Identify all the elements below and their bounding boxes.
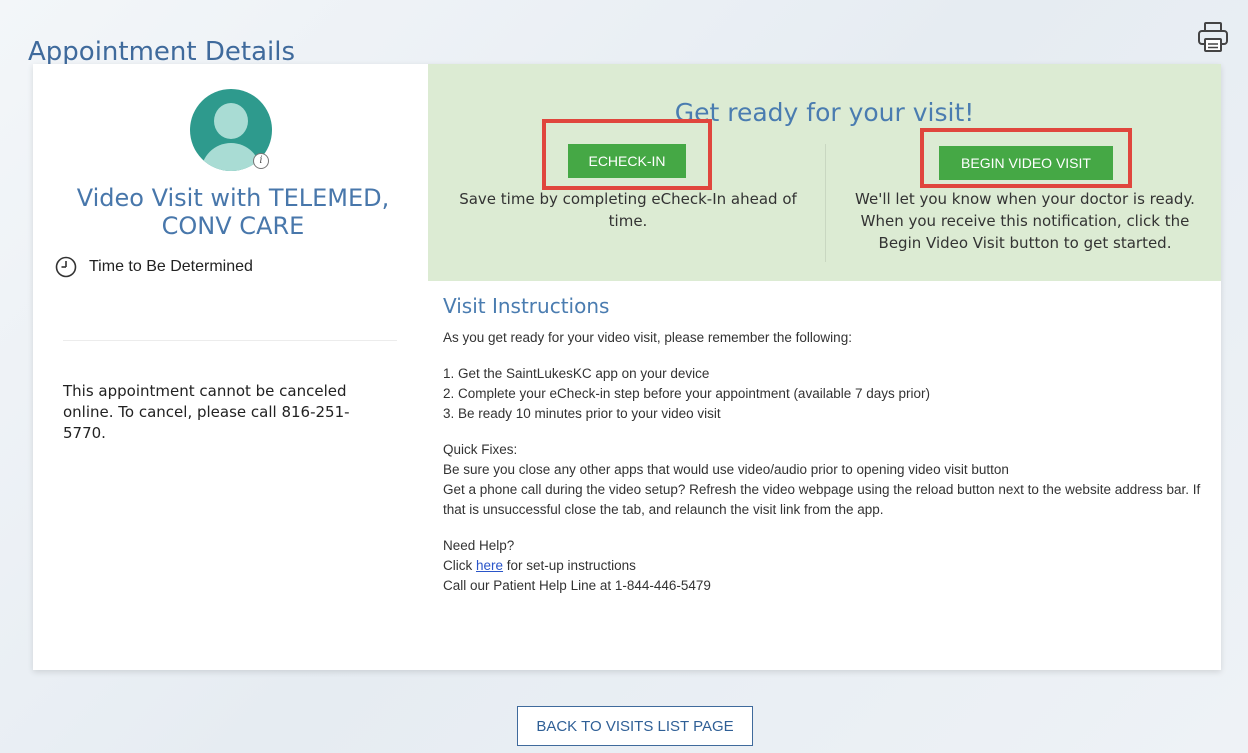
- clock-icon: [55, 256, 77, 278]
- instruction-step: 3. Be ready 10 minutes prior to your vid…: [443, 406, 721, 421]
- printer-icon[interactable]: [1196, 20, 1230, 54]
- time-label: Time to Be Determined: [89, 258, 253, 275]
- help-phone-line: Call our Patient Help Line at 1-844-446-…: [443, 578, 711, 593]
- help-prefix: Click: [443, 558, 476, 573]
- help-suffix: for set-up instructions: [503, 558, 636, 573]
- ready-panel: Get ready for your visit! ECHECK-IN Save…: [428, 64, 1221, 281]
- back-to-visits-button[interactable]: BACK TO VISITS LIST PAGE: [517, 706, 753, 746]
- instruction-step: 1. Get the SaintLukesKC app on your devi…: [443, 366, 710, 381]
- setup-instructions-link[interactable]: here: [476, 558, 503, 573]
- quick-fix-item: Get a phone call during the video setup?…: [443, 482, 1201, 517]
- avatar-body: [201, 143, 261, 171]
- quick-fixes-heading: Quick Fixes:: [443, 442, 518, 457]
- instructions-heading: Visit Instructions: [443, 294, 610, 318]
- echeckin-button[interactable]: ECHECK-IN: [568, 144, 686, 178]
- help-link-line: Click here for set-up instructions: [443, 556, 1213, 576]
- instruction-step: 2. Complete your eCheck-in step before y…: [443, 386, 931, 401]
- time-row: Time to Be Determined: [55, 256, 253, 278]
- appointment-card: i Video Visit with TELEMED, CONV CARE Ti…: [33, 64, 1221, 670]
- cancel-notice: This appointment cannot be canceled onli…: [63, 382, 350, 442]
- divider: [63, 340, 397, 341]
- visit-instructions: Visit Instructions As you get ready for …: [443, 294, 1213, 596]
- instructions-intro: As you get ready for your video visit, p…: [443, 330, 852, 345]
- echeckin-description: Save time by completing eCheck-In ahead …: [459, 190, 797, 230]
- avatar-head: [214, 103, 248, 139]
- appointment-summary: i Video Visit with TELEMED, CONV CARE Ti…: [33, 64, 428, 670]
- column-divider: [825, 144, 826, 262]
- video-visit-description: We'll let you know when your doctor is r…: [855, 190, 1195, 252]
- info-icon[interactable]: i: [253, 153, 269, 169]
- page-title: Appointment Details: [28, 37, 295, 68]
- help-heading: Need Help?: [443, 538, 515, 553]
- quick-fix-item: Be sure you close any other apps that wo…: [443, 462, 1009, 477]
- visit-title: Video Visit with TELEMED, CONV CARE: [76, 184, 390, 240]
- begin-video-visit-button[interactable]: BEGIN VIDEO VISIT: [939, 146, 1113, 180]
